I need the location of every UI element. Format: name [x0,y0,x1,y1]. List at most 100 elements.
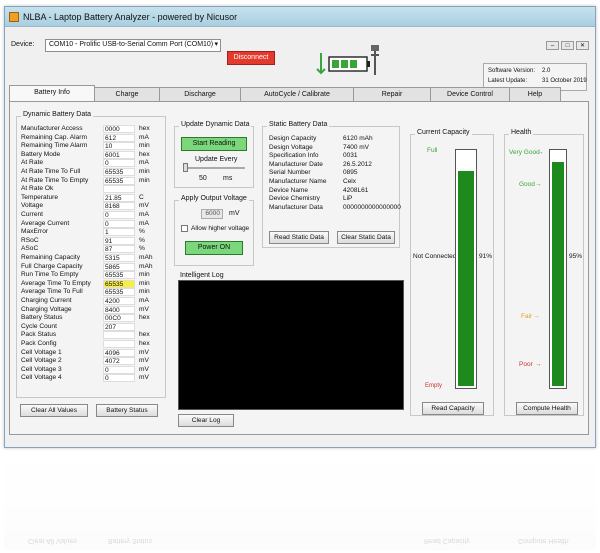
clear-all-values-button[interactable]: Clear All Values [20,404,88,417]
dynamic-row-unit: hex [139,331,150,339]
window-controls: – □ ✕ [546,41,589,50]
health-fair-label: Fair [521,313,533,320]
app-icon [9,11,19,22]
tab-repair[interactable]: Repair [353,87,431,101]
device-label: Device: [11,41,35,48]
dynamic-row-name: ASoC [21,245,39,253]
battery-status-button[interactable]: Battery Status [96,404,158,417]
poor-arrow-icon: → [535,361,542,368]
static-row: Specification Info 0031 [269,152,399,160]
close-icon[interactable]: ✕ [576,41,589,50]
dynamic-row: Run Time To Empty 65535 min [17,271,165,280]
tab-discharge[interactable]: Discharge [159,87,241,101]
disconnect-button[interactable]: Disconnect [227,51,275,65]
reflection-compute-health: Compute Health [518,537,569,544]
static-row: Design Voltage 7400 mV [269,144,399,152]
dynamic-row-value: 65535 [103,176,135,185]
health-percent: 95% [569,253,583,260]
capacity-percent: 91% [479,253,493,260]
tab-bar: Battery Info Charge Discharge AutoCycle … [9,85,561,101]
static-row-value: LiP [343,195,353,203]
dynamic-row-unit: % [139,245,145,253]
dynamic-row-unit: mA [139,211,149,218]
dynamic-row-value: 0 [103,219,135,228]
good-arrow-icon: → [535,181,542,188]
read-static-data-button[interactable]: Read Static Data [269,231,329,244]
dynamic-row: Full Charge Capacity 5865 mAh [17,262,165,271]
slider-thumb[interactable] [183,163,188,172]
dynamic-row-unit: mAh [139,254,153,261]
intelligent-log-area[interactable] [178,280,404,410]
dynamic-row-unit: mV [139,348,149,356]
current-capacity-title: Current Capacity [415,129,472,136]
capacity-full-label: Full [427,147,438,154]
tab-help[interactable]: Help [509,87,561,101]
maximize-icon[interactable]: □ [561,41,574,50]
static-row-value: 0000000000000000 [343,203,401,211]
dynamic-row-name: MaxError [21,228,49,236]
clear-static-data-button[interactable]: Clear Static Data [337,231,395,244]
update-rate-slider[interactable] [183,163,245,172]
dynamic-row: Battery Mode 6001 hex [17,150,165,159]
capacity-empty-label: Empty [425,383,443,389]
dynamic-row-value: 4072 [103,357,135,366]
device-select[interactable]: COM10 - Prolific USB-to-Serial Comm Port… [45,39,221,52]
tab-battery-info[interactable]: Battery Info [9,85,95,101]
output-voltage-input[interactable]: 6000 [201,209,223,219]
tab-device-control[interactable]: Device Control [430,87,510,101]
dynamic-row-name: Current [21,211,43,218]
dynamic-row-name: Remaining Capacity [21,254,81,261]
read-capacity-button[interactable]: Read Capacity [422,402,484,415]
tab-charge[interactable]: Charge [94,87,160,101]
power-on-button[interactable]: Power ON [185,241,243,255]
static-row-name: Device Chemistry [269,195,320,203]
device-port-value: COM10 - Prolific USB-to-Serial Comm Port… [49,41,214,48]
dynamic-row-value: 0000 [103,125,135,133]
title-bar: NLBA - Laptop Battery Analyzer - powered… [5,7,595,27]
very-good-arrow-icon: → [537,149,544,156]
dynamic-row-name: Cycle Count [21,322,57,330]
minimize-icon[interactable]: – [546,41,559,50]
dynamic-row: Remaining Cap. Alarm 612 mA [17,133,165,142]
static-row: Manufacturer Date 26.5.2012 [269,161,399,169]
window-reflection: Clear All Values Battery Status Read Cap… [4,450,596,550]
dynamic-row-name: Average Time To Full [21,288,83,296]
dynamic-row: Battery Status 00C0 hex [17,314,165,323]
static-row: Device Chemistry LiP [269,195,399,203]
dynamic-row-value: 0 [103,365,135,374]
static-row-value: 4208L61 [343,186,369,194]
dynamic-row-value: 5865 [103,262,135,271]
update-dynamic-title: Update Dynamic Data [179,121,252,128]
dynamic-row-unit: hex [139,314,150,322]
dynamic-row-value: 4096 [103,348,135,357]
dynamic-row-name: Cell Voltage 4 [21,374,62,382]
dynamic-row: Manufacturer Access 0000 hex [17,125,165,133]
dynamic-row-name: Charging Current [21,297,72,304]
allow-higher-voltage-checkbox[interactable] [181,225,188,232]
dynamic-row: Cell Voltage 4 0 mV [17,374,165,383]
dynamic-row: Voltage 8168 mV [17,202,165,211]
dynamic-row-name: Remaining Cap. Alarm [21,133,87,141]
health-gauge [549,149,567,389]
dynamic-row: Average Time To Full 65535 min [17,288,165,297]
start-reading-button[interactable]: Start Reading [181,137,247,151]
dynamic-row-value [103,331,135,340]
dynamic-row-name: Average Time To Empty [21,279,91,287]
tab-autocycle-calibrate[interactable]: AutoCycle / Calibrate [240,87,354,101]
dynamic-row-unit: hex [139,125,150,132]
dynamic-row: Charging Current 4200 mA [17,297,165,305]
fair-arrow-icon: → [533,313,540,320]
capacity-gauge-fill [458,171,474,386]
dynamic-row-value: 8168 [103,202,135,211]
clear-log-button[interactable]: Clear Log [178,414,234,427]
dynamic-row-unit: mAh [139,262,153,270]
compute-health-button[interactable]: Compute Health [516,402,578,415]
dynamic-row-unit: min [139,168,150,175]
update-dynamic-group: Update Dynamic Data Start Reading Update… [174,121,254,188]
dynamic-row-value: 8400 [103,305,135,314]
dynamic-row-name: Cell Voltage 1 [21,348,62,356]
dynamic-row-name: Pack Config [21,340,57,347]
reflection-clear-all-values: Clear All Values [28,537,77,544]
dynamic-row: Cell Voltage 2 4072 mV [17,357,165,366]
dynamic-row-value [103,185,135,194]
